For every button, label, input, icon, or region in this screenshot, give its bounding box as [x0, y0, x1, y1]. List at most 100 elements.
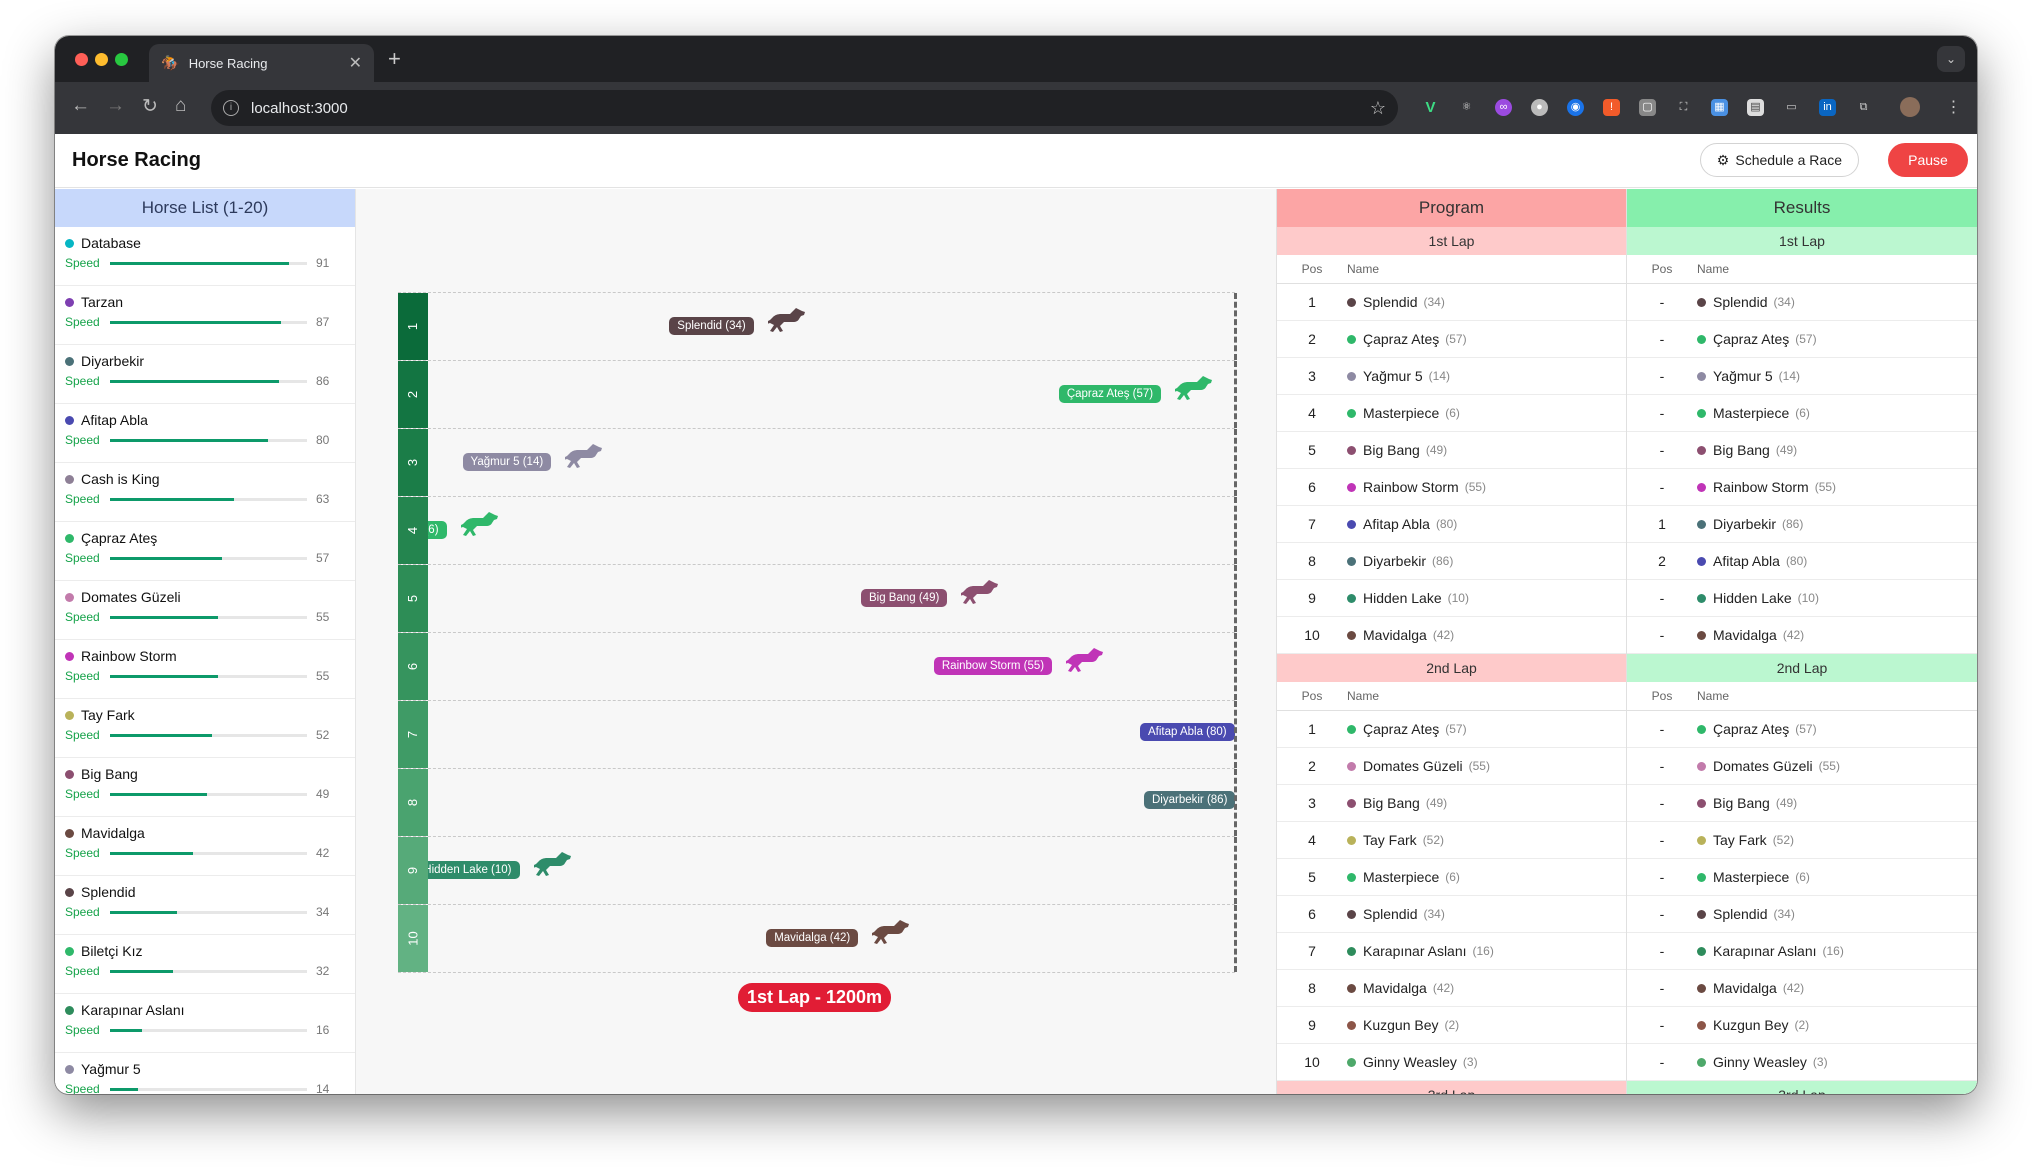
results-table-row: - Kuzgun Bey (2) — [1627, 1007, 1977, 1044]
name-cell: Karapınar Aslanı (16) — [1347, 943, 1494, 959]
horse-list-item[interactable]: Cash is King Speed 63 — [55, 463, 355, 522]
track-lane: 6 Rainbow Storm (55) — [398, 633, 1237, 701]
horse-list-item[interactable]: Mavidalga Speed 42 — [55, 817, 355, 876]
horse-list-item[interactable]: Tarzan Speed 87 — [55, 286, 355, 345]
horse-list-item[interactable]: Yağmur 5 Speed 14 — [55, 1053, 355, 1094]
schedule-race-label: Schedule a Race — [1735, 152, 1842, 168]
horse-name: Mavidalga — [81, 825, 145, 841]
back-icon[interactable]: ← — [71, 95, 90, 117]
lane-number: 1 — [398, 293, 428, 360]
program-table-row: 5 Masterpiece (6) — [1277, 859, 1626, 896]
horse-name: Domates Güzeli — [1713, 758, 1813, 774]
home-icon[interactable]: ⌂ — [175, 95, 186, 117]
pause-button[interactable]: Pause — [1888, 143, 1968, 177]
schedule-race-button[interactable]: ⚙ Schedule a Race — [1699, 143, 1859, 177]
horse-speed: (14) — [1428, 369, 1451, 383]
extension-blue-icon[interactable]: ◉ — [1567, 99, 1584, 116]
extension-purple-icon[interactable]: ∞ — [1495, 99, 1512, 116]
horse-name: Hidden Lake — [1713, 590, 1792, 606]
name-cell: Masterpiece (6) — [1697, 405, 1810, 421]
name-cell: Ginny Weasley (3) — [1347, 1054, 1478, 1070]
maximize-window-icon[interactable] — [115, 53, 128, 66]
extension-grid-icon[interactable]: ▦ — [1711, 99, 1728, 116]
horse-name: Çapraz Ateş — [81, 530, 158, 546]
finish-line — [1234, 429, 1237, 496]
horse-list-item[interactable]: Afitap Abla Speed 80 — [55, 404, 355, 463]
horse-list-item[interactable]: Biletçi Kız Speed 32 — [55, 935, 355, 994]
address-bar[interactable]: i localhost:3000 ☆ — [211, 90, 1398, 126]
profile-avatar[interactable] — [1900, 97, 1920, 117]
lane-number-text: 10 — [405, 931, 421, 946]
reload-icon[interactable]: ↻ — [142, 95, 158, 118]
extensions-puzzle-icon[interactable]: ⧉ — [1855, 99, 1872, 116]
bookmark-star-icon[interactable]: ☆ — [1370, 98, 1386, 119]
new-tab-icon[interactable]: + — [388, 46, 401, 72]
speed-row: Speed 80 — [65, 433, 345, 447]
speed-value: 63 — [316, 492, 330, 506]
forward-icon[interactable]: → — [106, 95, 125, 117]
track-lane: 10 Mavidalga (42) — [398, 905, 1237, 973]
horse-list-item[interactable]: Çapraz Ateş Speed 57 — [55, 522, 355, 581]
results-table-row: - Masterpiece (6) — [1627, 859, 1977, 896]
speed-bar-fill — [110, 733, 213, 737]
horse-list-item[interactable]: Rainbow Storm Speed 55 — [55, 640, 355, 699]
program-table-row: 9 Hidden Lake (10) — [1277, 580, 1626, 617]
horse-list-item[interactable]: Karapınar Aslanı Speed 16 — [55, 994, 355, 1053]
name-cell: Big Bang (49) — [1697, 795, 1797, 811]
site-info-icon[interactable]: i — [223, 100, 239, 116]
horse-list-item[interactable]: Splendid Speed 34 — [55, 876, 355, 935]
results-table-row: - Domates Güzeli (55) — [1627, 748, 1977, 785]
brave-shield-icon[interactable]: ! — [1603, 99, 1620, 116]
name-cell: Kuzgun Bey (2) — [1697, 1017, 1809, 1033]
horse-name-row: Tarzan — [65, 294, 345, 310]
browser-menu-icon[interactable]: ⋮ — [1945, 99, 1962, 116]
horse-list-item[interactable]: Database Speed 91 — [55, 227, 355, 286]
browser-tab[interactable]: 🏇 Horse Racing ✕ — [149, 44, 374, 82]
horse-name: Afitap Abla — [1363, 516, 1430, 532]
speed-value: 80 — [316, 433, 330, 447]
extension-screen-icon[interactable]: ▭ — [1783, 99, 1800, 116]
horse-list-item[interactable]: Tay Fark Speed 52 — [55, 699, 355, 758]
horse-list-item[interactable]: Diyarbekir Speed 86 — [55, 345, 355, 404]
horse-name: Diyarbekir — [81, 353, 145, 369]
horse-color-dot — [1697, 556, 1706, 566]
program-table-row: 10 Mavidalga (42) — [1277, 617, 1626, 654]
horse-name: Çapraz Ateş — [1713, 331, 1790, 347]
extension-crop-icon[interactable]: ⛶ — [1675, 99, 1692, 116]
extension-circle-icon[interactable]: ● — [1531, 99, 1548, 116]
horse-name: Mavidalga — [1363, 627, 1427, 643]
horse-name: Database — [81, 235, 141, 251]
horse-color-dot — [65, 474, 74, 484]
horse-list-item[interactable]: Big Bang Speed 49 — [55, 758, 355, 817]
close-tab-icon[interactable]: ✕ — [349, 53, 362, 73]
extension-gray-icon[interactable]: ▢ — [1639, 99, 1656, 116]
program-table-row: 6 Splendid (34) — [1277, 896, 1626, 933]
horse-speed: (86) — [1432, 554, 1454, 568]
position-cell: 9 — [1308, 1017, 1316, 1033]
react-extension-icon[interactable]: ⚛ — [1458, 99, 1475, 116]
name-cell: Çapraz Ateş (57) — [1347, 721, 1467, 737]
runner: Diyarbekir (86) — [1144, 791, 1235, 809]
extension-doc-icon[interactable]: ▤ — [1747, 99, 1764, 116]
name-cell: Big Bang (49) — [1347, 795, 1447, 811]
linkedin-extension-icon[interactable]: in — [1819, 99, 1836, 116]
results-table-row: - Karapınar Aslanı (16) — [1627, 933, 1977, 970]
program-table-row: 3 Big Bang (49) — [1277, 785, 1626, 822]
program-table-row: 3 Yağmur 5 (14) — [1277, 358, 1626, 395]
runner-label: Mavidalga (42) — [766, 928, 859, 947]
name-cell: Hidden Lake (10) — [1347, 590, 1469, 606]
speed-bar-fill — [110, 438, 268, 442]
results-table-row: - Splendid (34) — [1627, 896, 1977, 933]
speed-bar — [110, 556, 307, 560]
horse-speed: (42) — [1432, 628, 1455, 642]
program-table-row: 8 Diyarbekir (86) — [1277, 543, 1626, 580]
horse-list-item[interactable]: Domates Güzeli Speed 55 — [55, 581, 355, 640]
horse-color-dot — [65, 1005, 74, 1015]
speed-value: 49 — [316, 787, 330, 801]
minimize-window-icon[interactable] — [95, 53, 108, 66]
tab-search-icon[interactable]: ⌄ — [1937, 46, 1965, 72]
finish-line — [1234, 497, 1237, 564]
name-cell: Tay Fark (52) — [1347, 832, 1444, 848]
close-window-icon[interactable] — [75, 53, 88, 66]
vue-extension-icon[interactable]: V — [1422, 99, 1439, 116]
